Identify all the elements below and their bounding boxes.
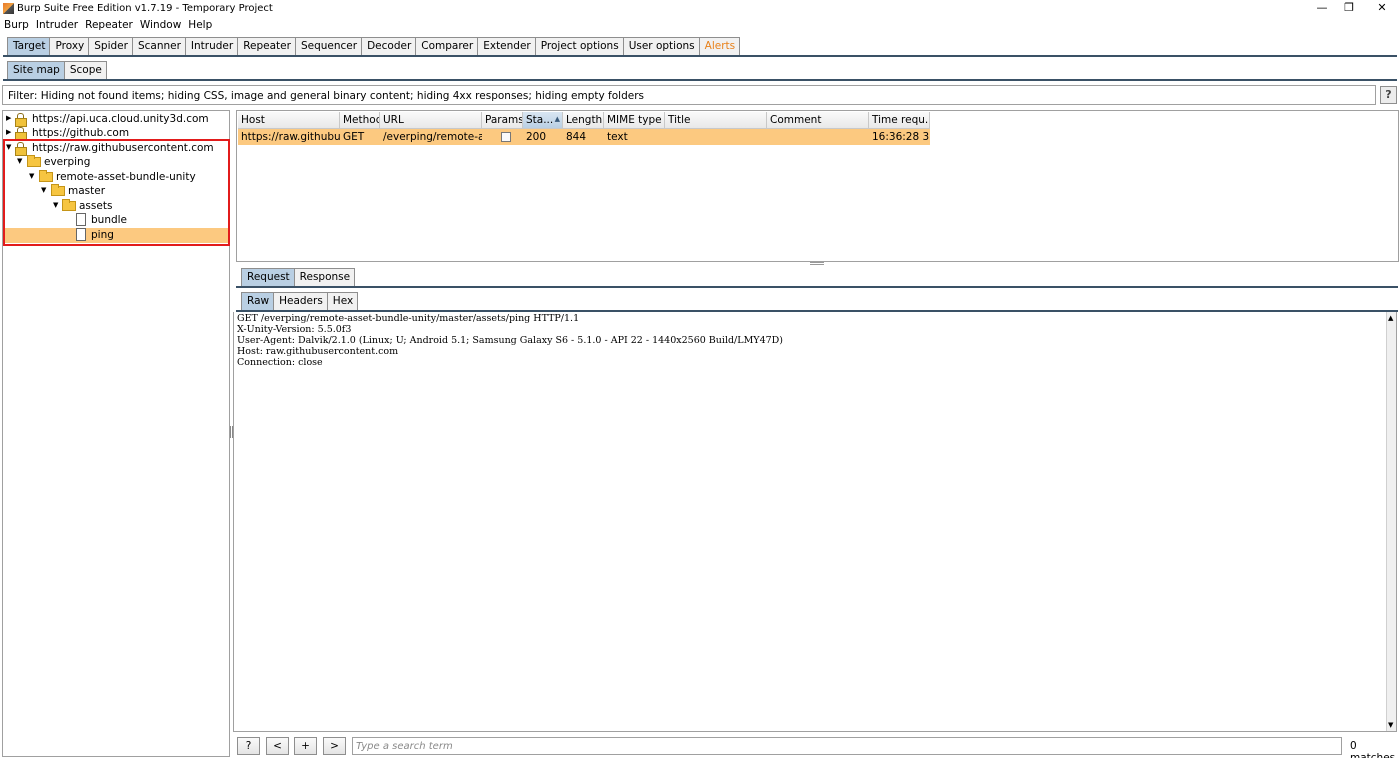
editor-scrollbar[interactable]: ▲ ▼ xyxy=(1386,312,1396,731)
menu-repeater[interactable]: Repeater xyxy=(81,17,136,31)
tab-alerts[interactable]: Alerts xyxy=(698,37,741,56)
expand-arrow-icon[interactable]: ▶ xyxy=(6,114,14,122)
menu-window[interactable]: Window xyxy=(136,17,184,31)
title-bar: Burp Suite Free Edition v1.7.19 - Tempor… xyxy=(0,0,1400,17)
tree-label: https://github.com xyxy=(32,127,130,139)
request-text[interactable]: GET /everping/remote-asset-bundle-unity/… xyxy=(237,313,783,368)
scroll-up-icon[interactable]: ▲ xyxy=(1388,314,1393,322)
cell-status: 200 xyxy=(526,131,547,143)
cell-host: https://raw.githubus... xyxy=(241,131,340,143)
add-button[interactable]: + xyxy=(294,737,317,755)
tab-comparer[interactable]: Comparer xyxy=(415,37,478,56)
tab-repeater[interactable]: Repeater xyxy=(237,37,295,56)
params-checkbox[interactable] xyxy=(501,132,511,142)
lock-icon xyxy=(15,127,27,141)
scroll-down-icon[interactable]: ▼ xyxy=(1388,721,1393,729)
cell-url: /everping/remote-as... xyxy=(383,131,482,143)
cell-title xyxy=(665,129,767,145)
tab-project-options[interactable]: Project options xyxy=(534,37,623,56)
cell-method: GET xyxy=(343,131,365,143)
tab-user-options[interactable]: User options xyxy=(622,37,699,56)
tab-raw[interactable]: Raw xyxy=(241,292,274,311)
column-comment[interactable]: Comment xyxy=(767,112,869,129)
tab-divider xyxy=(3,55,1397,57)
message-tab-divider xyxy=(236,286,1398,288)
window-title: Burp Suite Free Edition v1.7.19 - Tempor… xyxy=(17,3,273,14)
tab-hex[interactable]: Hex xyxy=(326,292,359,311)
subtab-divider xyxy=(3,79,1397,81)
maximize-button[interactable]: ❐ xyxy=(1331,0,1367,17)
column-status-label: Sta... xyxy=(526,114,554,126)
cell-params xyxy=(482,129,523,145)
tab-response[interactable]: Response xyxy=(293,268,356,287)
main-tabs: Target Proxy Spider Scanner Intruder Rep… xyxy=(7,37,741,56)
table-row[interactable]: https://raw.githubus... GET /everping/re… xyxy=(238,129,930,145)
menu-help[interactable]: Help xyxy=(184,17,215,31)
menu-bar: Burp Intruder Repeater Window Help xyxy=(0,17,1400,34)
cell-mime-type: text xyxy=(607,131,628,143)
lock-icon xyxy=(15,113,27,127)
cell-comment xyxy=(767,129,869,145)
column-host[interactable]: Host xyxy=(238,112,340,129)
tab-spider[interactable]: Spider xyxy=(88,37,132,56)
tree-node-host[interactable]: ▶ https://api.uca.cloud.unity3d.com xyxy=(3,112,229,127)
menu-intruder[interactable]: Intruder xyxy=(32,17,81,31)
message-tabs: Request Response xyxy=(241,268,356,287)
tab-sequencer[interactable]: Sequencer xyxy=(294,37,362,56)
cell-length: 844 xyxy=(566,131,587,143)
close-button[interactable]: ✕ xyxy=(1364,0,1400,17)
view-tabs: Raw Headers Hex xyxy=(241,292,359,311)
next-match-button[interactable]: > xyxy=(323,737,346,755)
tab-proxy[interactable]: Proxy xyxy=(49,37,89,56)
expand-arrow-icon[interactable]: ▶ xyxy=(6,128,14,136)
column-time-requested[interactable]: Time requ... xyxy=(869,112,930,129)
search-help-button[interactable]: ? xyxy=(237,737,260,755)
column-url[interactable]: URL xyxy=(380,112,482,129)
tab-request[interactable]: Request xyxy=(241,268,294,287)
tab-intruder[interactable]: Intruder xyxy=(184,37,238,56)
tab-site-map[interactable]: Site map xyxy=(7,61,64,80)
raw-request-editor[interactable]: GET /everping/remote-asset-bundle-unity/… xyxy=(233,312,1397,732)
tree-label: https://api.uca.cloud.unity3d.com xyxy=(32,113,209,125)
menu-burp[interactable]: Burp xyxy=(0,17,32,31)
column-title[interactable]: Title xyxy=(665,112,767,129)
filter-bar[interactable]: Filter: Hiding not found items; hiding C… xyxy=(2,85,1376,105)
tab-extender[interactable]: Extender xyxy=(477,37,535,56)
requests-table: Host Method URL Params Sta... ▲ Length M… xyxy=(236,110,1399,262)
annotation-highlight-box xyxy=(3,139,230,246)
search-bar: ? < + > 0 matches xyxy=(233,735,1399,758)
cell-time-requested: 16:36:28 3... xyxy=(872,131,930,143)
sort-ascending-icon: ▲ xyxy=(554,115,560,123)
column-params[interactable]: Params xyxy=(482,112,523,129)
previous-match-button[interactable]: < xyxy=(266,737,289,755)
target-subtabs: Site map Scope xyxy=(7,61,107,80)
column-mime-type[interactable]: MIME type xyxy=(604,112,665,129)
match-count: 0 matches xyxy=(1350,740,1396,758)
filter-help-button[interactable]: ? xyxy=(1380,86,1397,104)
table-header: Host Method URL Params Sta... ▲ Length M… xyxy=(238,112,930,129)
tab-headers[interactable]: Headers xyxy=(273,292,327,311)
column-status[interactable]: Sta... ▲ xyxy=(523,112,563,129)
tab-scanner[interactable]: Scanner xyxy=(131,37,185,56)
tab-scope[interactable]: Scope xyxy=(63,61,107,80)
search-input[interactable] xyxy=(352,737,1342,755)
vertical-split-handle[interactable] xyxy=(810,262,824,265)
column-method[interactable]: Method xyxy=(340,112,380,129)
burp-app-icon xyxy=(3,3,14,14)
column-length[interactable]: Length xyxy=(563,112,604,129)
tab-decoder[interactable]: Decoder xyxy=(361,37,416,56)
tab-target[interactable]: Target xyxy=(7,37,50,56)
